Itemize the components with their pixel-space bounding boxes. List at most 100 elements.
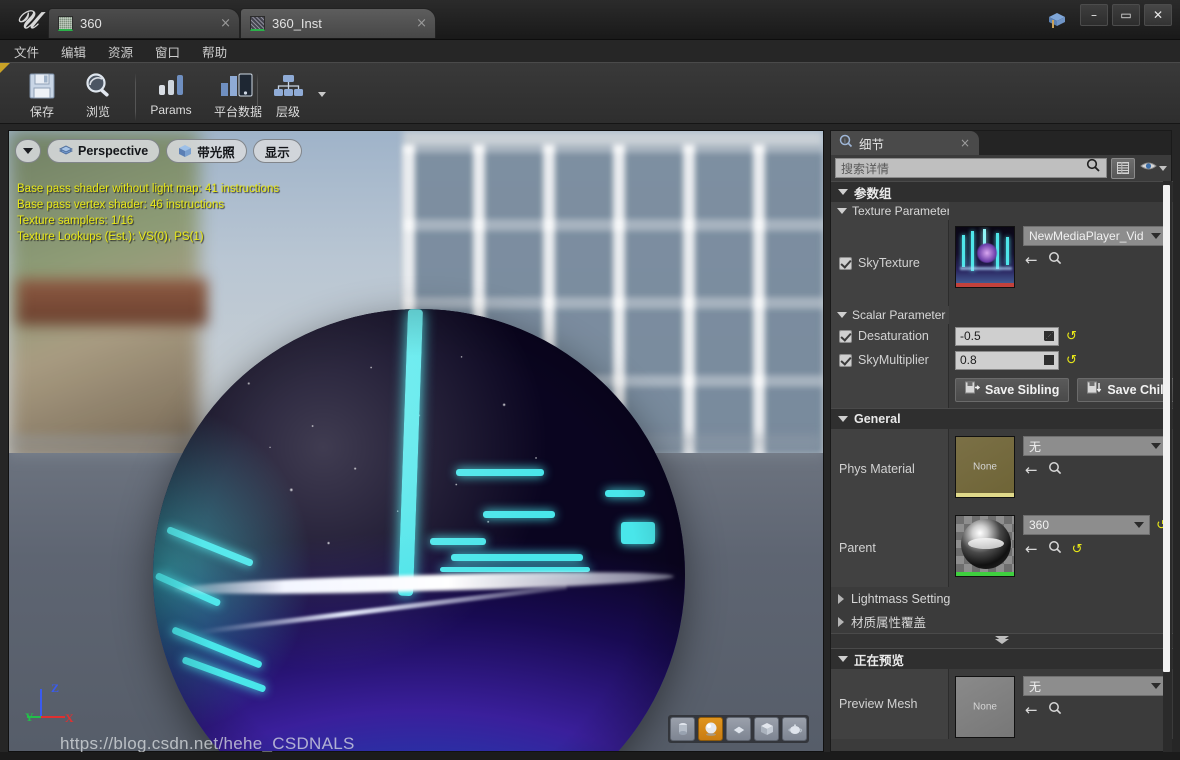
browse-button[interactable]: 浏览 [70,65,126,123]
reset-icon[interactable]: ↺ [1066,354,1077,367]
reset-icon[interactable]: ↺ [1072,543,1083,556]
save-child-icon [1087,381,1102,398]
details-tab-close-icon[interactable]: × [960,136,970,150]
group-scalar-parameter[interactable]: Scalar Parameter [831,306,1173,324]
grid-view-icon[interactable] [1111,157,1135,179]
texture-thumbnail[interactable] [955,226,1015,288]
find-icon[interactable] [1048,251,1062,270]
details-scrollbar-thumb[interactable] [1163,185,1170,672]
save-sibling-button[interactable]: Save Sibling [955,377,1070,402]
preview-mesh-thumbnail[interactable]: None [955,676,1015,738]
double-chevron-down-icon [995,636,1009,644]
reset-icon[interactable]: ↺ [1066,330,1077,343]
viewport-options-button[interactable] [15,139,41,163]
search-input[interactable]: 搜索详情 [835,158,1107,178]
details-scrollbar-track[interactable] [1163,181,1172,753]
save-label: 保存 [29,105,54,119]
texture-thumbnail-bar [956,283,1014,287]
preview-mesh-combo[interactable]: 无 [1023,676,1167,696]
combo-value: 无 [1029,679,1042,694]
viewport-show-menu-button[interactable]: 显示 [252,139,302,163]
save-sibling-icon [965,381,981,398]
menu-file[interactable]: 文件 [14,42,39,61]
phys-material-combo[interactable]: 无 [1023,436,1167,456]
property-row-desaturation: Desaturation -0.5 ↺ [831,324,1173,348]
group-texture-parameter[interactable]: Texture Parameter [831,202,1173,220]
hierarchy-icon [271,71,305,101]
lit-cube-icon [178,144,192,158]
browse-back-icon[interactable]: ← [1025,463,1038,478]
sphere-specular-shading [153,309,685,751]
find-icon[interactable] [1048,461,1062,480]
find-icon[interactable] [1048,540,1062,559]
browse-back-icon[interactable]: ← [1025,703,1038,718]
menu-bar: 文件 编辑 资源 窗口 帮助 [0,40,1180,62]
material-icon [58,16,73,31]
tab-close-icon[interactable]: × [416,17,427,30]
menu-help[interactable]: 帮助 [202,42,227,61]
property-label: Phys Material [839,461,915,476]
browse-back-icon[interactable]: ← [1025,542,1038,557]
material-preview-viewport[interactable]: Perspective 带光照 显示 Base pass shader with… [8,130,824,752]
drag-handle-icon[interactable] [1044,355,1054,365]
skytexture-checkbox[interactable] [839,256,852,270]
tab-details[interactable]: i 细节 × [831,131,979,155]
save-child-button[interactable]: Save Child [1077,377,1173,402]
preview-shape-sphere-button[interactable] [698,717,723,741]
desaturation-checkbox[interactable] [839,329,852,343]
minimize-icon[interactable]: – [1080,4,1108,26]
hierarchy-button[interactable]: 层级 [260,65,316,123]
chevron-down-icon[interactable] [1158,165,1167,171]
viewport-toolbar: Perspective 带光照 显示 [15,139,302,163]
chevron-down-icon [837,312,847,318]
section-material-property-overrides[interactable]: 材质属性覆盖 [831,610,1173,633]
section-lightmass-setting[interactable]: Lightmass Setting [831,587,1173,610]
phys-material-thumbnail[interactable]: None [955,436,1015,498]
preview-shape-cylinder-button[interactable] [670,717,695,741]
preview-shape-teapot-button[interactable] [782,717,807,741]
find-icon[interactable] [1048,701,1062,720]
skytexture-combo[interactable]: NewMediaPlayer_Vid [1023,226,1167,246]
hierarchy-dropdown-icon[interactable] [318,91,326,97]
hierarchy-label: 层级 [275,105,300,119]
drag-handle-icon[interactable] [1044,331,1054,341]
chevron-down-icon [1134,522,1145,528]
section-previewing-header[interactable]: 正在预览 [831,648,1173,669]
details-search-row: 搜索详情 [831,155,1171,181]
section-general-header[interactable]: General [831,408,1173,429]
preview-shape-plane-button[interactable] [726,717,751,741]
desaturation-value-input[interactable]: -0.5 [955,326,1059,346]
params-button[interactable]: Params [140,65,202,123]
viewport-camera-mode-button[interactable]: Perspective [47,139,161,163]
stat-line: Texture Lookups (Est.): VS(0), PS(1) [17,231,204,243]
gizmo-z-label: Z [51,681,60,695]
combo-value: 无 [1029,439,1042,454]
details-expander-button[interactable] [831,633,1173,648]
parent-material-thumbnail[interactable] [955,515,1015,577]
skymultiplier-checkbox[interactable] [839,353,852,367]
preview-sphere-mesh[interactable] [153,309,685,751]
save-button[interactable]: 保存 [14,65,70,123]
menu-edit[interactable]: 编辑 [61,42,86,61]
tab-close-icon[interactable]: × [220,17,231,30]
preview-shape-cube-button[interactable] [754,717,779,741]
skymultiplier-value-input[interactable]: 0.8 [955,350,1059,370]
tab-360-inst[interactable]: 360_Inst × [240,8,436,38]
maximize-icon[interactable]: ▭ [1112,4,1140,26]
details-panel: i 细节 × 搜索详情 参数组 Texture Parameter SkyTex… [830,130,1173,753]
editor-app-icon [1046,9,1068,31]
browse-back-icon[interactable]: ← [1025,253,1038,268]
parent-combo[interactable]: 360 [1023,515,1151,535]
visibility-filter-button[interactable] [1139,158,1167,179]
viewport-view-mode-button[interactable]: 带光照 [166,139,247,163]
chevron-down-icon [1151,233,1161,239]
preview-shape-toolbar [668,715,809,743]
menu-window[interactable]: 窗口 [155,42,180,61]
section-parameter-groups-header[interactable]: 参数组 [831,181,1173,202]
ue-logo-icon: 𝒰 [15,5,39,34]
tab-360[interactable]: 360 × [48,8,240,38]
menu-assets[interactable]: 资源 [108,42,133,61]
close-icon[interactable]: ✕ [1144,4,1172,26]
material-instance-icon [250,16,265,31]
details-body: 参数组 Texture Parameter SkyTexture NewMedi… [831,181,1173,753]
